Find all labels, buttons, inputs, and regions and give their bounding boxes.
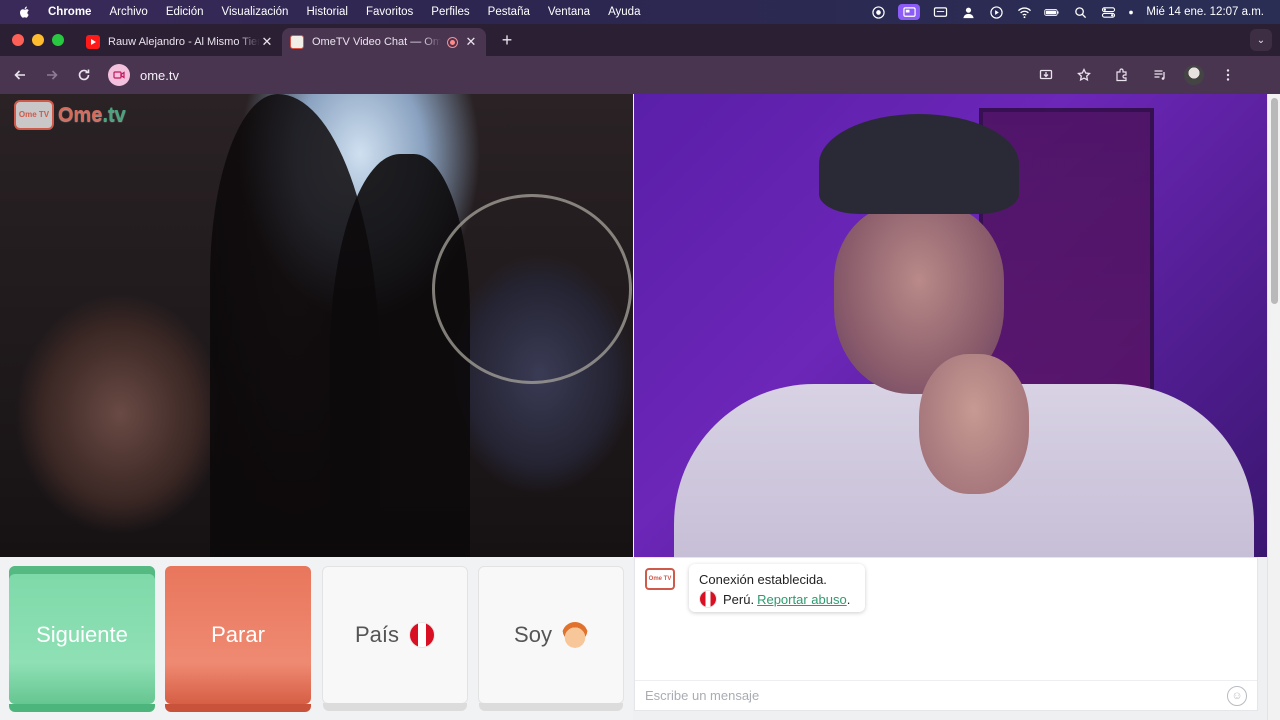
tab-youtube[interactable]: Rauw Alejandro - Al Mismo Tiempo ✕ <box>78 28 282 56</box>
page-viewport: Ome TV Ome.tv Siguiente Parar País Soy O… <box>0 94 1280 720</box>
stop-button[interactable]: Parar <box>165 566 311 712</box>
partner-country-text: Perú. <box>723 591 755 607</box>
video-shape <box>432 194 632 384</box>
search-icon[interactable] <box>1072 5 1088 19</box>
boy-emoji-icon <box>561 622 588 648</box>
peru-flag-icon <box>409 622 436 648</box>
menu-favoritos[interactable]: Favoritos <box>366 6 413 18</box>
menu-ayuda[interactable]: Ayuda <box>608 6 640 18</box>
control-center-icon[interactable] <box>1100 5 1116 19</box>
gender-select-button[interactable]: Soy <box>478 566 624 711</box>
menu-ventana[interactable]: Ventana <box>548 6 590 18</box>
system-message: Conexión establecida. Perú. Reportar abus… <box>689 564 865 612</box>
user-icon[interactable] <box>960 5 976 19</box>
stop-button-label: Parar <box>211 622 265 647</box>
self-video <box>634 94 1267 557</box>
close-tab-icon[interactable]: ✕ <box>464 35 478 49</box>
creative-cloud-icon[interactable] <box>870 5 886 19</box>
youtube-icon <box>86 35 100 49</box>
display-icon[interactable] <box>932 5 948 19</box>
chrome-menu-icon[interactable] <box>1214 61 1242 89</box>
reload-button[interactable] <box>70 61 98 89</box>
tab-search-button[interactable]: ⌄ <box>1250 29 1272 51</box>
new-tab-button[interactable]: + <box>496 30 518 51</box>
logo-name: Ome <box>58 103 103 126</box>
zoom-window-button[interactable] <box>52 34 64 46</box>
tab-ometv[interactable]: OmeTV Video Chat — Omegle ✕ <box>282 28 486 56</box>
bookmark-star-icon[interactable] <box>1070 61 1098 89</box>
message-input-row: ☺ <box>635 680 1257 710</box>
extensions-icon[interactable] <box>1108 61 1136 89</box>
stranger-video: Ome TV Ome.tv <box>0 94 633 557</box>
battery-icon[interactable] <box>1044 5 1060 19</box>
logo-wordmark: Ome.tv <box>58 104 126 127</box>
video-shape <box>919 354 1029 494</box>
play-circle-icon[interactable] <box>988 5 1004 19</box>
menu-pestana[interactable]: Pestaña <box>488 6 530 18</box>
camera-permission-icon[interactable] <box>108 64 130 86</box>
tab-title: Rauw Alejandro - Al Mismo Tiempo <box>108 36 260 48</box>
logo-badge: Ome TV <box>14 100 54 130</box>
tab-title: OmeTV Video Chat — Omegle <box>312 36 441 48</box>
ometv-bot-icon: Ome TV <box>645 568 675 590</box>
scrollbar-thumb[interactable] <box>1271 98 1278 304</box>
gender-button-label: Soy <box>514 622 552 647</box>
screen-mirroring-icon[interactable] <box>898 4 921 20</box>
url-text[interactable]: ome.tv <box>140 68 179 83</box>
menu-visualizacion[interactable]: Visualización <box>222 6 289 18</box>
close-tab-icon[interactable]: ✕ <box>260 35 274 49</box>
menu-perfiles[interactable]: Perfiles <box>431 6 469 18</box>
menu-app-chrome[interactable]: Chrome <box>48 6 91 18</box>
menubar-clock[interactable]: Mié 14 ene. 12:07 a.m. <box>1146 6 1264 18</box>
window-controls <box>12 34 64 46</box>
back-button[interactable] <box>6 61 34 89</box>
apple-icon[interactable] <box>18 5 32 19</box>
menu-archivo[interactable]: Archivo <box>109 6 147 18</box>
message-input[interactable] <box>645 688 1227 703</box>
next-button-label: Siguiente <box>36 622 128 647</box>
address-bar[interactable]: ome.tv <box>108 61 1108 89</box>
next-button[interactable]: Siguiente <box>9 566 155 712</box>
siri-dot-icon[interactable] <box>1128 5 1134 19</box>
install-app-icon[interactable] <box>1032 61 1060 89</box>
country-button-label: País <box>354 622 400 647</box>
ometv-logo[interactable]: Ome TV Ome.tv <box>14 100 126 130</box>
chat-controls: Siguiente Parar País Soy <box>0 557 633 720</box>
profile-avatar[interactable] <box>1184 65 1204 85</box>
video-shape <box>819 114 1019 214</box>
chat-panel: Ome TV Conexión establecida. Perú. Report… <box>634 557 1258 711</box>
tab-strip: Rauw Alejandro - Al Mismo Tiempo ✕ OmeTV… <box>0 24 1280 56</box>
close-window-button[interactable] <box>12 34 24 46</box>
video-shape <box>330 154 470 557</box>
menu-edicion[interactable]: Edición <box>166 6 204 18</box>
macos-menu-bar: Chrome Archivo Edición Visualización His… <box>0 0 1280 24</box>
page-scrollbar[interactable] <box>1267 94 1280 720</box>
wifi-icon[interactable] <box>1016 5 1032 19</box>
minimize-window-button[interactable] <box>32 34 44 46</box>
menu-historial[interactable]: Historial <box>306 6 348 18</box>
logo-tld: .tv <box>102 103 126 126</box>
report-suffix: . <box>846 591 851 607</box>
forward-button[interactable] <box>38 61 66 89</box>
ometv-icon <box>290 35 304 49</box>
media-controls-icon[interactable] <box>1146 61 1174 89</box>
browser-toolbar: ome.tv <box>0 56 1280 94</box>
country-filter-button[interactable]: País <box>322 566 468 711</box>
report-abuse-link[interactable]: Reportar abuso <box>757 592 847 607</box>
recording-indicator-icon <box>447 36 458 48</box>
connection-status-text: Conexión establecida. <box>699 572 827 587</box>
peru-flag-icon <box>699 590 717 608</box>
emoji-picker-icon[interactable]: ☺ <box>1227 685 1247 706</box>
